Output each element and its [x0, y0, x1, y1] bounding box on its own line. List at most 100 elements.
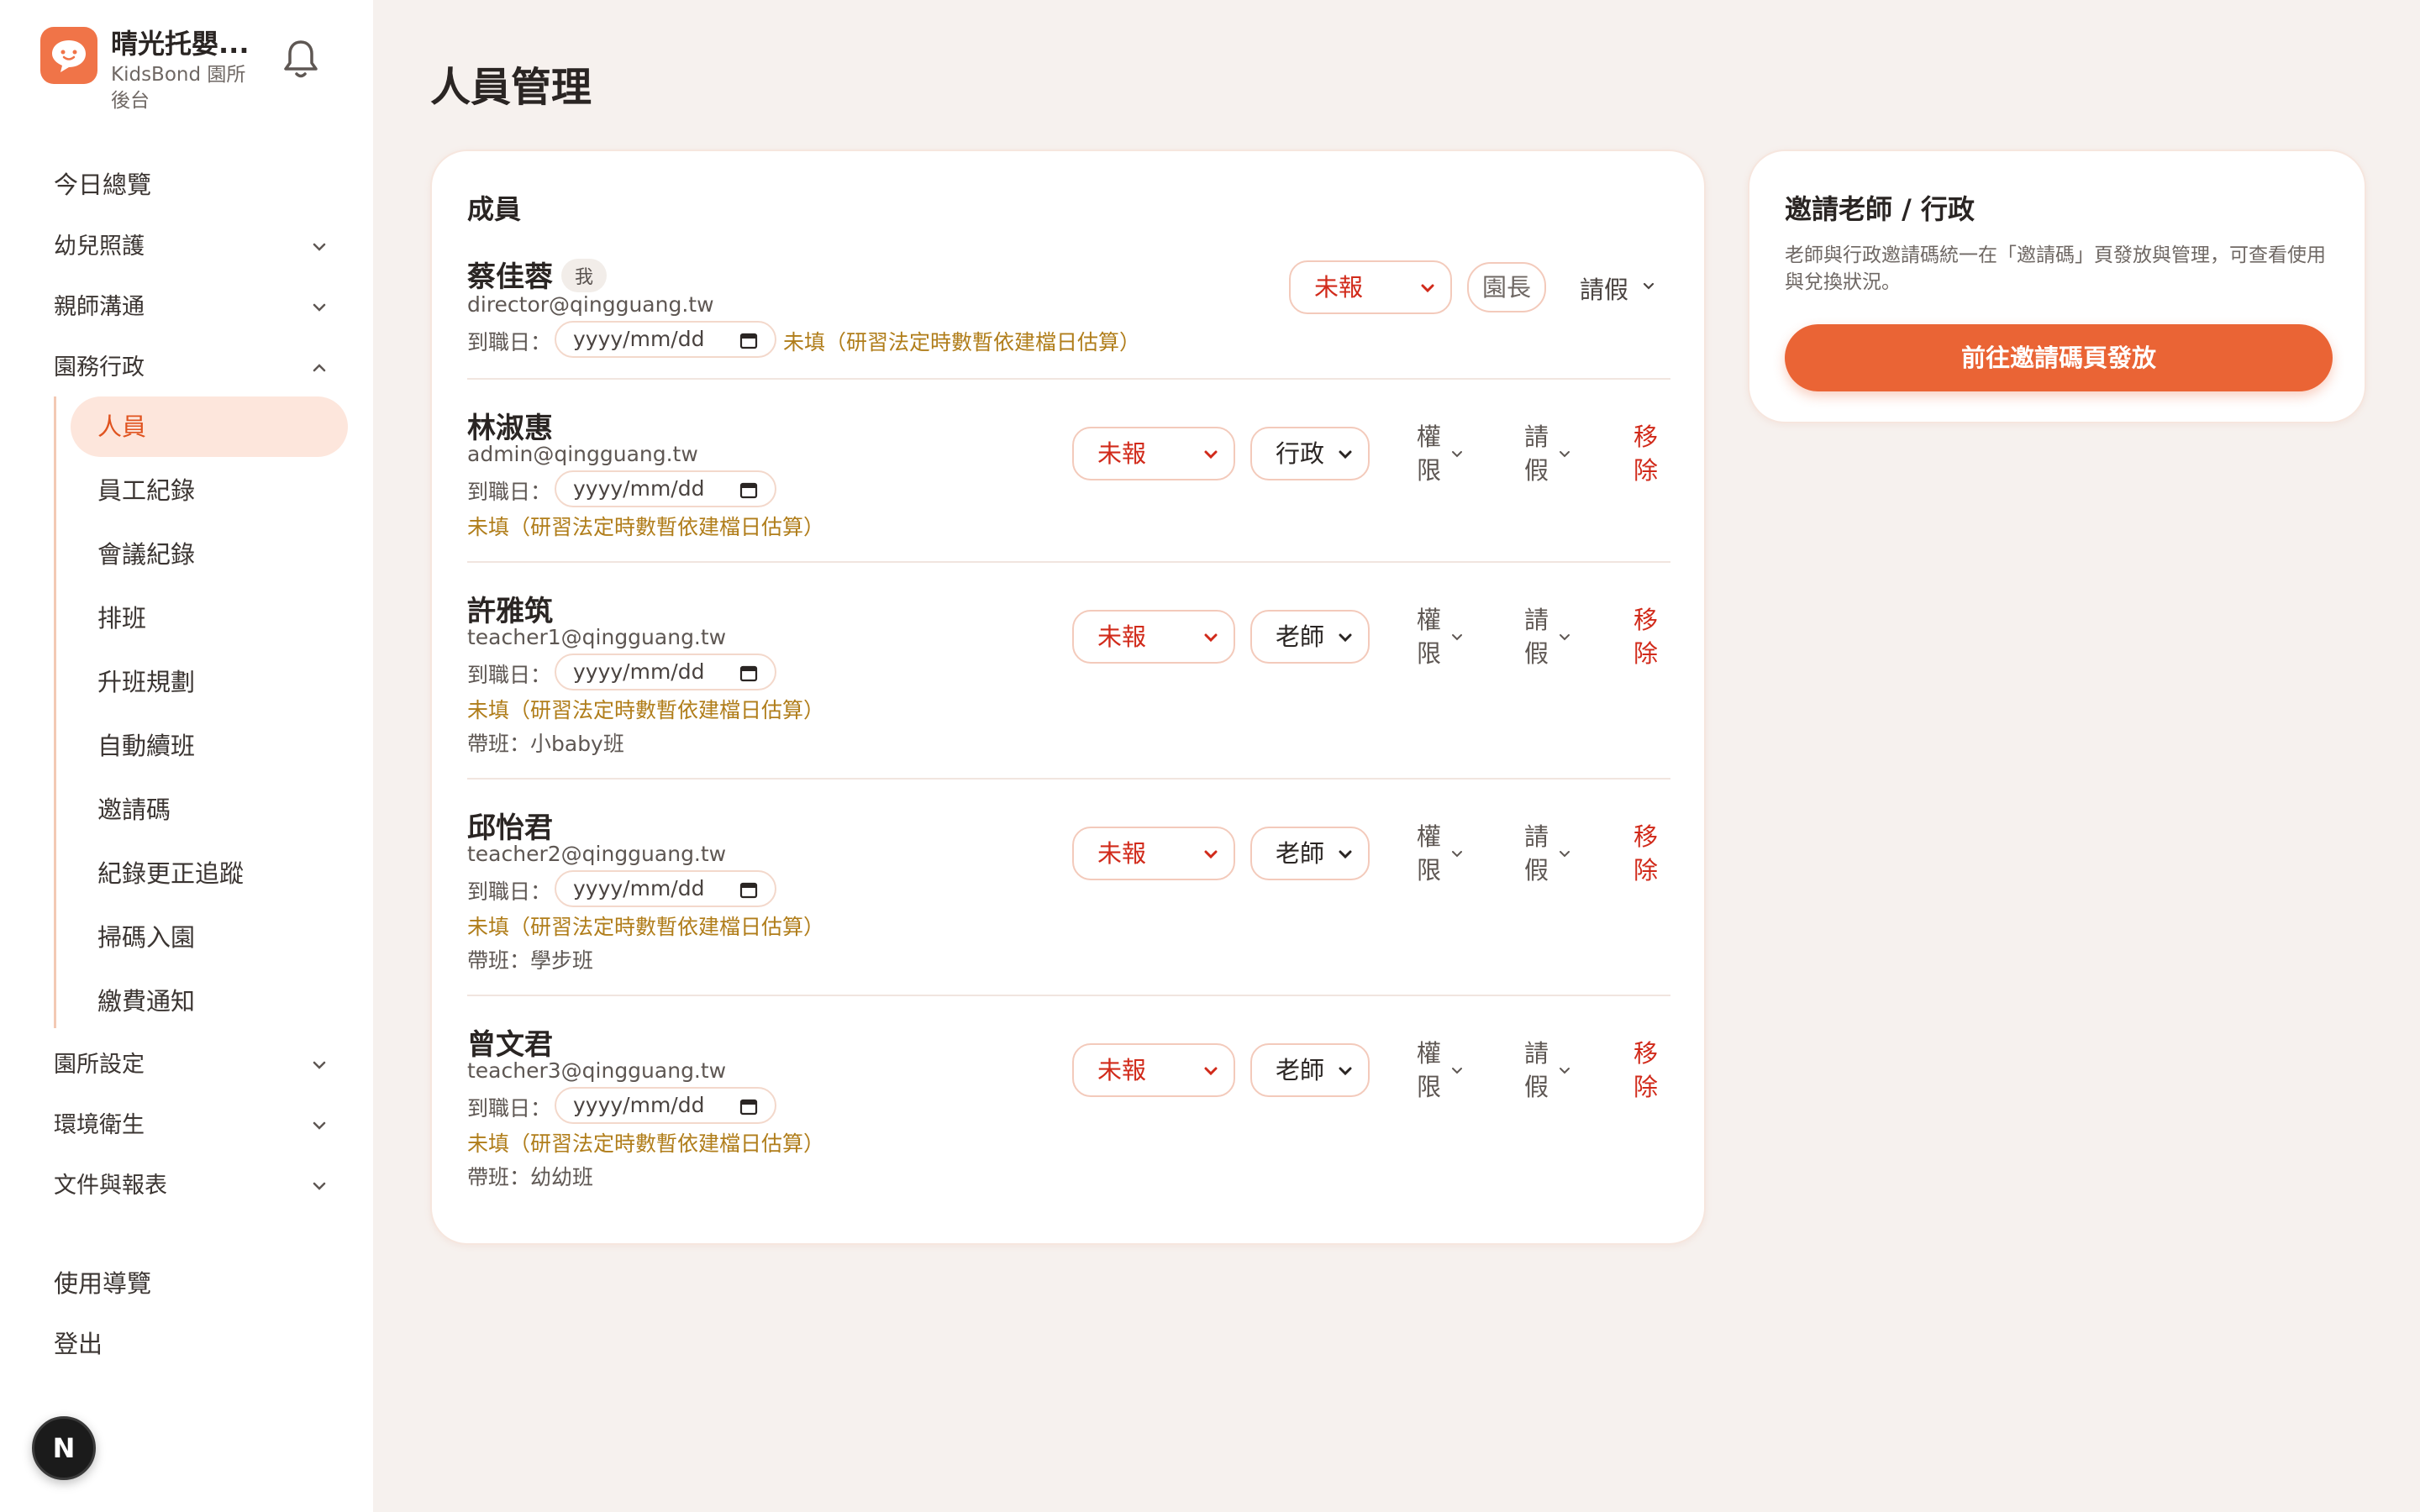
sidebar-item-corrections[interactable]: 紀錄更正追蹤	[71, 843, 348, 904]
sidebar-item-staff-records[interactable]: 員工紀錄	[71, 460, 348, 521]
member-name: 林淑惠	[467, 412, 553, 445]
report-status-value: 未報	[1314, 273, 1364, 302]
hire-date-label: 到職日：	[467, 1096, 552, 1121]
report-status-select[interactable]: 未報	[1072, 1043, 1235, 1097]
hire-date-label: 到職日：	[467, 663, 552, 687]
nav-admin[interactable]: 園務行政	[54, 348, 331, 388]
member-row: 許雅筑 teacher1@qingguang.tw 到職日： yyyy/mm/d…	[467, 588, 1670, 781]
permissions-dropdown[interactable]: 權限	[1417, 1037, 1444, 1104]
class-assignment: 帶班：幼幼班	[467, 1165, 594, 1189]
report-status-select[interactable]: 未報	[1072, 610, 1235, 664]
remove-button[interactable]: 移除	[1634, 603, 1660, 670]
calendar-icon	[739, 482, 758, 499]
report-status-value: 未報	[1097, 839, 1147, 868]
members-title: 成員	[467, 193, 522, 225]
hire-date-label: 到職日：	[467, 330, 552, 354]
invite-title: 邀請老師 / 行政	[1785, 193, 1975, 225]
invite-card: 邀請老師 / 行政 老師與行政邀請碼統一在「邀請碼」頁發放與管理，可查看使用與兌…	[1748, 150, 2366, 423]
permissions-dropdown[interactable]: 權限	[1417, 820, 1444, 887]
leave-label: 請假	[1580, 276, 1629, 304]
permissions-dropdown[interactable]: 權限	[1417, 603, 1444, 670]
nav-settings[interactable]: 園所設定	[54, 1045, 331, 1085]
chevron-down-icon	[313, 303, 326, 312]
sidebar-item-qr-checkin[interactable]: 掃碼入園	[71, 907, 348, 968]
role-select[interactable]: 老師	[1250, 827, 1370, 880]
hire-date-input[interactable]: yyyy/mm/dd	[555, 1087, 776, 1124]
sidebar-item-meetings[interactable]: 會議紀錄	[71, 524, 348, 585]
hire-date-input[interactable]: yyyy/mm/dd	[555, 654, 776, 690]
chevron-down-icon	[1452, 451, 1462, 458]
divider	[467, 561, 1670, 563]
leave-dropdown[interactable]: 請假	[1524, 820, 1551, 887]
nav-today[interactable]: 今日總覽	[54, 165, 331, 205]
chevron-down-icon	[1339, 1067, 1352, 1076]
bell-icon[interactable]	[281, 37, 321, 81]
member-row: 曾文君 teacher3@qingguang.tw 到職日： yyyy/mm/d…	[467, 1021, 1670, 1215]
sidebar-item-auto-renew[interactable]: 自動續班	[71, 716, 348, 776]
nav-logout[interactable]: 登出	[54, 1324, 331, 1364]
role-badge: 園長	[1467, 262, 1547, 312]
leave-dropdown[interactable]: 請假	[1524, 420, 1551, 487]
hire-date-note: 未填（研習法定時數暫依建檔日估算）	[467, 698, 825, 722]
leave-dropdown[interactable]: 請假	[1524, 603, 1551, 670]
hire-date-placeholder: yyyy/mm/dd	[573, 659, 705, 684]
chevron-down-icon	[1452, 851, 1462, 858]
chevron-down-icon	[1204, 633, 1218, 643]
chevron-down-icon	[313, 1182, 326, 1190]
dev-tools-button[interactable]: N	[32, 1416, 96, 1480]
nav-parent-teacher[interactable]: 親師溝通	[54, 287, 331, 328]
chevron-down-icon	[1421, 284, 1434, 293]
member-name: 許雅筑	[467, 595, 553, 628]
hire-date-label: 到職日：	[467, 480, 552, 504]
nav-settings-label: 園所設定	[54, 1052, 145, 1078]
report-status-select[interactable]: 未報	[1072, 427, 1235, 480]
nav-hygiene-label: 環境衛生	[54, 1112, 145, 1138]
role-select[interactable]: 行政	[1250, 427, 1370, 480]
chevron-down-icon	[1560, 634, 1570, 641]
remove-button[interactable]: 移除	[1634, 820, 1660, 887]
report-status-select[interactable]: 未報	[1289, 260, 1452, 314]
nav-parent-teacher-label: 親師溝通	[54, 294, 145, 320]
remove-button[interactable]: 移除	[1634, 1037, 1660, 1104]
member-row: 邱怡君 teacher2@qingguang.tw 到職日： yyyy/mm/d…	[467, 805, 1670, 998]
nav-documents[interactable]: 文件與報表	[54, 1166, 331, 1206]
hire-date-note: 未填（研習法定時數暫依建檔日估算）	[783, 330, 1141, 354]
sidebar-item-schedule[interactable]: 排班	[71, 588, 348, 648]
brand-title: 晴光托嬰...	[111, 28, 250, 60]
sidebar: 晴光托嬰... KidsBond 園所後台 今日總覽 幼兒照護 親師溝通 園務行…	[0, 0, 373, 1512]
leave-dropdown[interactable]: 請假	[1524, 1037, 1551, 1104]
brand[interactable]: 晴光托嬰... KidsBond 園所後台	[40, 27, 262, 114]
sidebar-item-payment-notice[interactable]: 繳費通知	[71, 971, 348, 1032]
nav-infant-care[interactable]: 幼兒照護	[54, 227, 331, 267]
hire-date-input[interactable]: yyyy/mm/dd	[555, 470, 776, 507]
chevron-down-icon	[1339, 850, 1352, 859]
nav-hygiene[interactable]: 環境衛生	[54, 1105, 331, 1146]
member-email: teacher3@qingguang.tw	[467, 1058, 727, 1083]
role-value: 行政	[1276, 439, 1325, 468]
sidebar-item-class-promotion[interactable]: 升班規劃	[71, 652, 348, 712]
go-to-invite-codes-button[interactable]: 前往邀請碼頁發放	[1785, 324, 2333, 391]
brand-logo-icon	[40, 27, 97, 84]
nav-guide[interactable]: 使用導覽	[54, 1263, 331, 1304]
permissions-dropdown[interactable]: 權限	[1417, 420, 1444, 487]
role-select[interactable]: 老師	[1250, 1043, 1370, 1097]
role-value: 老師	[1276, 1056, 1325, 1084]
leave-dropdown[interactable]: 請假	[1580, 270, 1628, 306]
nav-infant-care-label: 幼兒照護	[54, 234, 145, 260]
sidebar-item-invite-codes[interactable]: 邀請碼	[71, 780, 348, 840]
chevron-down-icon	[1339, 450, 1352, 459]
remove-button[interactable]: 移除	[1634, 420, 1660, 487]
report-status-value: 未報	[1097, 439, 1147, 468]
hire-date-input[interactable]: yyyy/mm/dd	[555, 321, 776, 358]
role-select[interactable]: 老師	[1250, 610, 1370, 664]
nav-documents-label: 文件與報表	[54, 1173, 167, 1199]
hire-date-input[interactable]: yyyy/mm/dd	[555, 870, 776, 907]
report-status-select[interactable]: 未報	[1072, 827, 1235, 880]
chevron-down-icon	[1560, 1068, 1570, 1074]
hire-date-note: 未填（研習法定時數暫依建檔日估算）	[467, 915, 825, 939]
hire-date-placeholder: yyyy/mm/dd	[573, 1093, 705, 1117]
report-status-value: 未報	[1097, 1056, 1147, 1084]
hire-date-label: 到職日：	[467, 879, 552, 904]
sidebar-item-staff[interactable]: 人員	[71, 396, 348, 457]
chevron-down-icon	[1452, 1068, 1462, 1074]
